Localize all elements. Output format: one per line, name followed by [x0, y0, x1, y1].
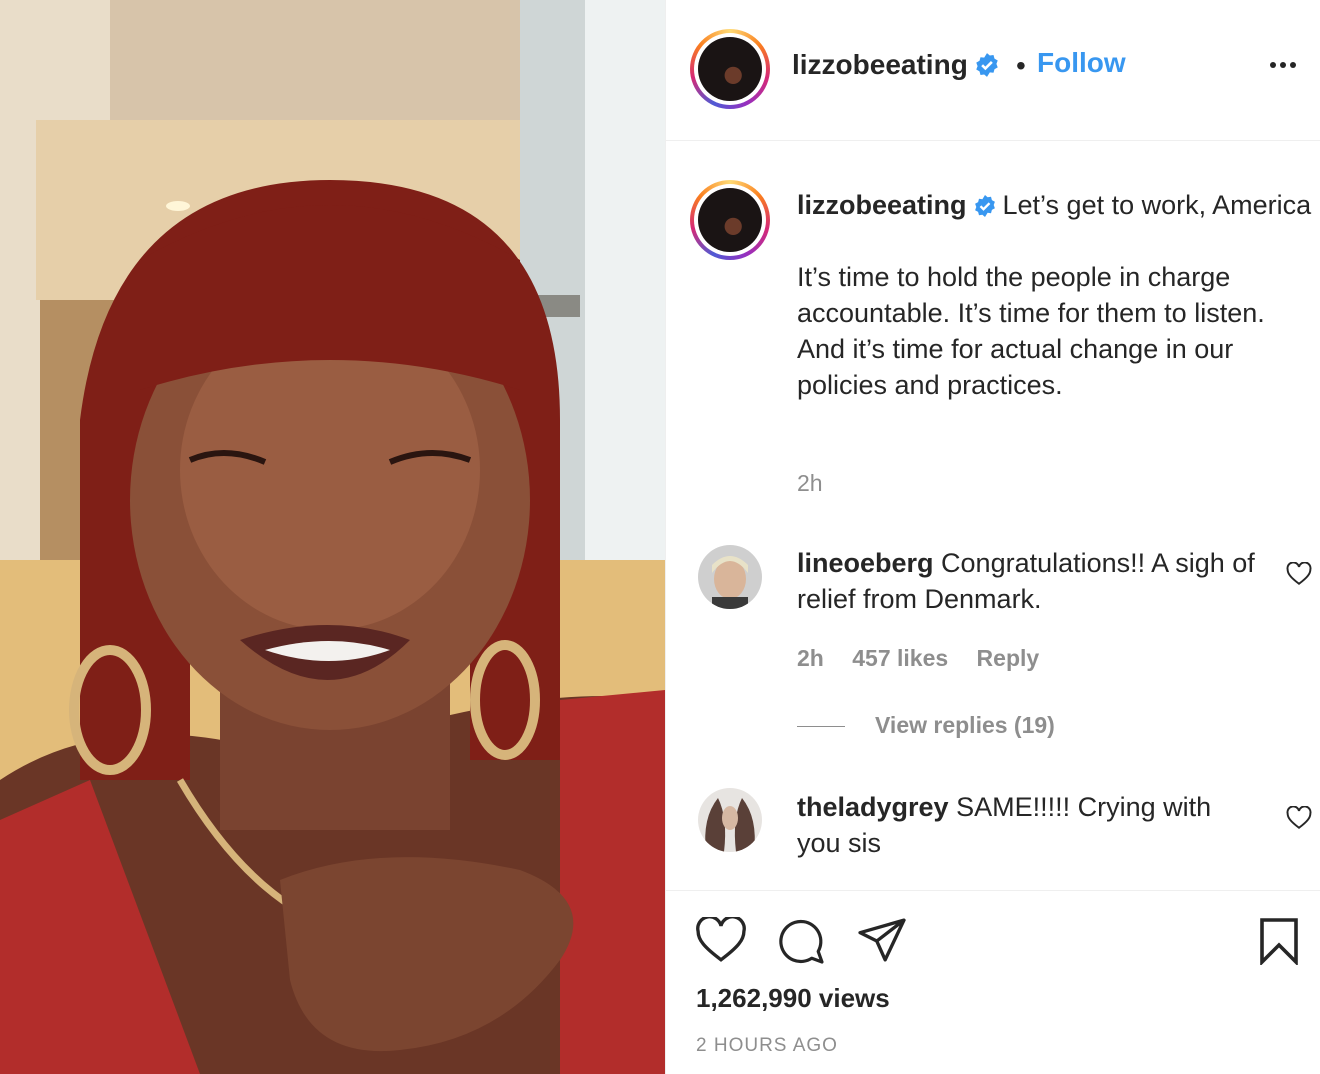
- comment-likes[interactable]: 457 likes: [852, 645, 948, 671]
- view-replies-label[interactable]: View replies (19): [875, 712, 1055, 738]
- caption-body: It’s time to hold the people in charge a…: [797, 262, 1265, 400]
- more-options-icon[interactable]: [1270, 55, 1302, 68]
- post-sidebar: lizzobeeating • Follow lizzobeeating Let’…: [666, 0, 1320, 1074]
- replies-line: [797, 726, 845, 728]
- caption-timestamp[interactable]: 2h: [797, 470, 823, 497]
- commenter-photo: [698, 545, 762, 609]
- comment-like-heart-icon[interactable]: [1286, 806, 1312, 830]
- comment-avatar[interactable]: [698, 545, 762, 609]
- verified-badge-icon: [976, 53, 998, 77]
- author-avatar[interactable]: [690, 29, 770, 109]
- comment-like-heart-icon[interactable]: [1286, 562, 1312, 586]
- comment-1: lineoeberg Congratulations!! A sigh of r…: [797, 545, 1257, 617]
- follow-button[interactable]: Follow: [1037, 47, 1126, 79]
- view-replies-button[interactable]: View replies (19): [797, 712, 1055, 739]
- author-username[interactable]: lizzobeeating: [792, 49, 1000, 81]
- comment-username[interactable]: lineoeberg: [797, 548, 934, 578]
- post-media[interactable]: [0, 0, 665, 1074]
- comment-2: theladygrey SAME!!!!! Crying with you si…: [797, 789, 1257, 861]
- post-actions-footer: 1,262,990 views 2 HOURS AGO: [666, 890, 1320, 1074]
- caption-title: Let’s get to work, America: [1002, 190, 1312, 220]
- comment-icon[interactable]: [776, 917, 826, 965]
- post-date[interactable]: 2 HOURS AGO: [696, 1035, 838, 1057]
- video-frame-illustration: [0, 0, 665, 1074]
- caption-username[interactable]: lizzobeeating: [797, 190, 967, 220]
- comment-time[interactable]: 2h: [797, 645, 824, 671]
- caption-author-avatar[interactable]: [690, 180, 770, 260]
- commenter-photo: [698, 788, 762, 852]
- author-username-text[interactable]: lizzobeeating: [792, 49, 968, 80]
- separator-dot: •: [1016, 50, 1026, 81]
- share-icon[interactable]: [856, 917, 908, 963]
- heart-icon[interactable]: [696, 917, 746, 963]
- comment-avatar[interactable]: [698, 788, 762, 852]
- view-count[interactable]: 1,262,990 views: [696, 983, 890, 1014]
- bookmark-icon[interactable]: [1258, 917, 1300, 965]
- post-caption: lizzobeeating Let’s get to work, America …: [797, 187, 1317, 403]
- reply-button[interactable]: Reply: [977, 645, 1040, 671]
- comment-meta: 2h 457 likes Reply: [797, 645, 1061, 672]
- comment-username[interactable]: theladygrey: [797, 792, 949, 822]
- post-header: lizzobeeating • Follow: [666, 0, 1320, 141]
- verified-badge-icon: [974, 195, 995, 217]
